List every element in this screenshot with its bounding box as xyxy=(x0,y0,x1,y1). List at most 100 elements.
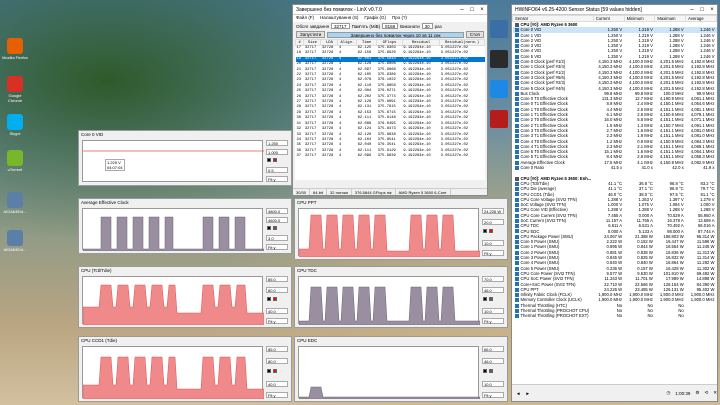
graph-color-swatches[interactable] xyxy=(482,369,504,375)
desktop-shortcut[interactable]: Google Chrome xyxy=(2,76,28,103)
graph-color-swatches[interactable] xyxy=(482,229,504,235)
sensor-name-text: CPU SoC Power (SVI2 TFN) xyxy=(520,276,574,282)
graph-min-value[interactable]: 10.0 xyxy=(482,239,504,246)
temp-graph xyxy=(83,284,264,325)
settings-icon[interactable]: ⚙ xyxy=(695,390,699,396)
menu-settings[interactable]: Налаштування (S) xyxy=(320,15,358,22)
cpuz-tile-icon[interactable] xyxy=(490,20,508,38)
graph-color-swatches[interactable] xyxy=(266,369,288,375)
graph-max-value[interactable]: 1.250 xyxy=(266,140,288,146)
graph-max-value[interactable]: 70.0 xyxy=(482,276,504,282)
graph-max-value[interactable]: 85.0 xyxy=(266,276,288,282)
desktop-shortcut[interactable]: AIDA64Ext... xyxy=(2,192,28,214)
table-row[interactable]: 32 32717 32728 4 62.124 375.8473 9.192294e-10 3… xyxy=(296,127,485,132)
desktop-shortcut-label: Google Chrome xyxy=(7,93,23,103)
close-button[interactable]: × xyxy=(707,7,717,13)
graph-mid-value[interactable]: 46.0 xyxy=(482,357,504,364)
sensor-icon xyxy=(514,250,519,255)
minimize-button[interactable]: – xyxy=(687,7,697,13)
maximize-button[interactable]: □ xyxy=(697,7,707,13)
desktop-shortcut[interactable]: uTorrent xyxy=(2,150,28,172)
sensor-icon xyxy=(514,91,519,96)
graph-side-controls: 4800.0 4600.0 3.0 Fit y xyxy=(266,208,288,250)
firefox-icon xyxy=(7,38,23,54)
desktop-shortcut[interactable]: Mozilla Firefox xyxy=(2,38,28,60)
stop-button[interactable]: Стоп xyxy=(465,31,484,38)
graph-max-value[interactable]: 85.0 xyxy=(266,346,288,352)
edc-graph xyxy=(299,386,480,399)
tdc-graph xyxy=(299,286,480,325)
runs-input[interactable]: 30 xyxy=(421,23,433,29)
nav-left-icon[interactable]: ◄ xyxy=(516,391,520,396)
desktop-shortcut[interactable]: AIDA64Ext... xyxy=(2,230,28,252)
table-row[interactable]: 30 32717 32728 4 62.111 375.9148 9.192294e-10 3… xyxy=(296,116,485,121)
hwinfo-tile-icon[interactable] xyxy=(490,50,508,68)
sensor-row[interactable]: Thermal Throttling (PROCHOT EXT) No No No xyxy=(513,313,717,318)
graph-min-value[interactable]: 10.0 xyxy=(482,307,504,314)
graph-mid-value[interactable]: 20.0 xyxy=(482,218,504,225)
sensor-icon xyxy=(514,245,519,250)
sensor-icon xyxy=(514,107,519,112)
graph-max-value[interactable]: 66.0 xyxy=(482,346,504,352)
sensor-name-text: Core 5 VID xyxy=(520,53,542,59)
close-button[interactable]: × xyxy=(477,7,487,13)
graph-mid-value[interactable]: 46.0 xyxy=(482,286,504,293)
desktop-shortcut[interactable]: Skype xyxy=(2,114,28,136)
graph-side-controls: 66.0 46.0 10.0 Fit y xyxy=(482,346,504,398)
reset-icon[interactable]: ⟲ xyxy=(704,390,708,396)
app-tile-icon[interactable] xyxy=(490,80,508,98)
graph-plot xyxy=(82,208,264,251)
sensor-icon xyxy=(514,282,519,287)
fit-y-button[interactable]: Fit y xyxy=(482,318,504,324)
graph-max-value[interactable]: 24.226 W xyxy=(482,208,504,214)
close-sensors-icon[interactable]: ✕ xyxy=(713,390,717,396)
sensor-icon xyxy=(514,234,519,239)
graph-min-value[interactable]: 3.0 xyxy=(266,235,288,241)
graph-color-swatches[interactable] xyxy=(266,158,288,164)
table-row[interactable]: 35 32717 32728 4 62.040 376.3541 9.192294e-10 3… xyxy=(296,143,485,148)
start-button[interactable]: Запустити xyxy=(296,31,326,38)
minimize-button[interactable]: – xyxy=(457,7,467,13)
sensor-value: 4,201.5 MHz xyxy=(659,80,684,86)
graph-mid-value[interactable]: 80.0 xyxy=(266,357,288,364)
graph-mid-value[interactable]: 4600.0 xyxy=(266,217,288,223)
sensor-name-text: Core 0 Clock (perf #1/2) xyxy=(520,59,566,65)
table-row[interactable]: 37 32717 32728 4 62.096 375.9639 9.192294e-10 3… xyxy=(296,154,485,159)
sensor-icon xyxy=(514,229,519,234)
graph-mid-value[interactable]: 1.000 xyxy=(266,149,288,155)
graph-min-value[interactable]: 10.0 xyxy=(482,380,504,387)
sensor-name-text: CPU Core Current (SVI2 TFN) xyxy=(520,212,577,218)
fit-y-button[interactable]: Fit y xyxy=(266,392,288,398)
sensor-name-text: Core 1 Power (SMU) xyxy=(520,244,560,250)
aida64-tile-icon[interactable] xyxy=(490,110,508,128)
fit-y-button[interactable]: Fit y xyxy=(266,318,288,324)
graph-min-value[interactable]: 40.0 xyxy=(266,307,288,314)
sensor-value: 1,900.0 MHz xyxy=(598,297,623,303)
graph-color-swatches[interactable] xyxy=(266,226,288,232)
task-size-select[interactable]: 32717 xyxy=(331,23,350,29)
graph-mid-value[interactable]: 80.0 xyxy=(266,286,288,293)
table-row[interactable]: 20 32717 32728 4 62.128 375.8008 9.192294e-10 3… xyxy=(296,62,485,67)
hwinfo-titlebar[interactable]: HWiNFO64 v6.25-4200 Sensor Status [59 va… xyxy=(512,5,717,15)
fit-y-button[interactable]: Fit y xyxy=(482,392,504,398)
fit-y-button[interactable]: Fit y xyxy=(482,250,504,256)
memory-select[interactable]: 8168 xyxy=(382,23,399,29)
fit-y-button[interactable]: Fit y xyxy=(266,244,288,250)
nav-right-icon[interactable]: ► xyxy=(525,391,529,396)
sensor-icon xyxy=(514,298,519,303)
graph-plot xyxy=(82,276,264,325)
graph-min-value[interactable]: 40.0 xyxy=(266,380,288,387)
maximize-button[interactable]: □ xyxy=(467,7,477,13)
graph-color-swatches[interactable] xyxy=(266,297,288,303)
fit-y-button[interactable]: Fit y xyxy=(266,176,288,182)
graph-color-swatches[interactable] xyxy=(482,297,504,303)
table-row[interactable]: 25 32717 32728 4 62.084 376.0271 9.192294e-10 3… xyxy=(296,89,485,94)
graph-max-value[interactable]: 4800.0 xyxy=(266,208,288,214)
sensor-value: 4,054.6 MHz xyxy=(690,101,715,107)
linx-titlebar[interactable]: Завершено без помилок - LinX v0.7.0 – □ … xyxy=(293,5,487,15)
graph-min-value[interactable]: 0.5 xyxy=(266,167,288,173)
menu-about[interactable]: Про (?) xyxy=(392,15,407,22)
menu-graph[interactable]: Графік (G) xyxy=(364,15,386,22)
sensor-name: Thermal Throttling (PROCHOT EXT) xyxy=(513,313,594,318)
menu-file[interactable]: Файл (F) xyxy=(296,15,314,22)
